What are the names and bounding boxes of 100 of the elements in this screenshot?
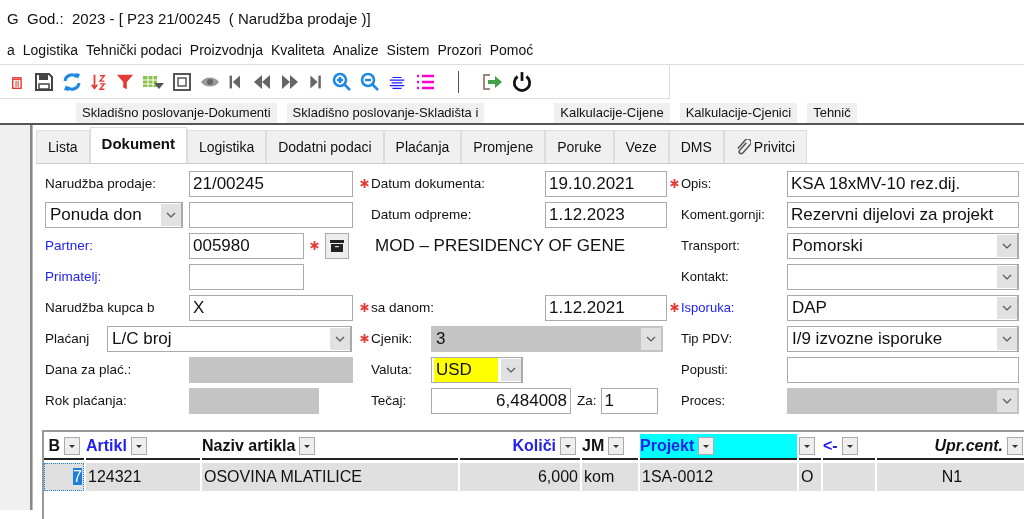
module-tab[interactable]: Tehnič [807,103,857,123]
tab[interactable]: Poruke [545,130,614,163]
save-icon[interactable] [34,71,54,92]
field-label: Datum odpreme: [371,207,472,222]
field-label: Tečaj: [371,393,408,408]
exit-icon[interactable] [481,71,503,92]
tab[interactable]: Veze [613,130,669,163]
menu-item[interactable]: Logistika [22,42,79,58]
filter-button[interactable] [608,437,625,455]
table-cell: kom [582,463,638,491]
input-field[interactable]: 005980 [189,232,304,259]
filter-button[interactable] [841,437,858,455]
field-label: Koment.gornji: [681,207,766,222]
filter-button[interactable] [130,437,147,455]
input-field[interactable]: 19.10.2021 [545,170,667,197]
power-icon[interactable] [511,70,533,93]
column-header[interactable]: Artikl [86,434,200,460]
field-label: Narudžba prodaje: [45,176,158,191]
column-header[interactable]: Projekt [640,434,797,460]
input-field[interactable]: 1 [600,387,658,414]
column-header[interactable]: JM [582,434,638,460]
menu-item[interactable]: Proizvodnja [189,42,263,58]
input-field[interactable] [189,263,304,290]
frame-icon[interactable] [172,71,192,92]
field-label: Partner: [45,238,95,253]
menu-item[interactable]: Pomoć [489,42,534,58]
field-label: Valuta: [371,362,414,377]
tab[interactable]: Promjene [461,130,546,163]
column-header[interactable]: Količi [460,434,580,460]
input-field[interactable]: Rezervni dijelovi za projekt [787,201,1019,228]
caret-icon [641,327,661,350]
dropdown[interactable] [787,263,1019,290]
input-field[interactable]: KSA 18xMV-10 rez.dij. [787,170,1019,197]
table-cell: OSOVINA MLATILICE [202,463,458,491]
menu-item[interactable]: Analize [332,42,379,58]
column-header[interactable] [799,434,821,460]
module-tab[interactable]: Skladišno poslovanje-Dokumenti [76,103,277,123]
field-label: Isporuka: [681,300,736,315]
dropdown[interactable]: L/C broj [107,325,352,352]
window-title: G God.: 2023 - [ P23 21/00245 ( Narudžba prodaje )] [6,9,372,29]
dropdown[interactable]: I/9 izvozne isporuke [787,325,1019,352]
grid-row[interactable]: 7 124321 OSOVINA MLATILICE 6,000 kom 1SA-0012 O N1 [44,462,1024,492]
paperclip-icon [735,138,751,156]
table-cell: 124321 [86,463,200,491]
table-cell: 7 [44,463,84,491]
field-label: Popusti: [681,362,729,377]
caret-icon [997,265,1017,288]
field-label: Transport: [681,238,741,253]
table-cell: N1 [877,463,1024,491]
column-header[interactable]: <- [823,434,875,460]
dropdown[interactable]: Ponuda don [45,201,183,228]
column-header[interactable]: B [44,434,84,460]
input-field[interactable]: 1.12.2021 [545,294,667,321]
tab[interactable]: Logistika [186,130,267,163]
caret-icon [330,327,350,350]
input-field[interactable] [189,201,353,228]
menu-item[interactable]: Prozori [437,42,482,58]
field-label: Primatelj: [45,269,103,284]
module-tab[interactable]: Kalkulacije-Cijene [554,103,670,123]
menu-item[interactable]: a [7,42,15,58]
tab[interactable]: Plaćanja [383,130,462,163]
filter-button[interactable] [698,437,715,455]
table-cell: 6,000 [460,463,580,491]
column-header[interactable]: Upr.cent. [877,434,1024,460]
tab[interactable]: Dodatni podaci [266,130,384,163]
filter-button[interactable] [1007,437,1023,455]
box-icon [330,239,344,252]
menu-item[interactable]: Kvaliteta [270,42,325,58]
input-field[interactable]: 21/00245 [189,170,353,197]
zoom-out-icon[interactable] [360,71,380,92]
tab[interactable]: Dokument [89,127,187,163]
field-label: Datum dokumenta: [371,176,486,191]
partner-name: MOD – PRESIDENCY OF GENE [375,235,625,256]
menu-item[interactable]: Tehnički podaci [86,42,182,58]
tab[interactable]: DMS [668,130,724,163]
lookup-button[interactable] [325,232,349,259]
column-header[interactable]: Naziv artikla [202,434,458,460]
dropdown[interactable]: USD [431,356,523,383]
filter-button[interactable] [64,437,80,455]
filter-button[interactable] [299,437,316,455]
dropdown[interactable]: Pomorski [787,232,1019,259]
input-field[interactable]: X [189,294,353,321]
input-field[interactable]: 6,484008 [431,387,571,414]
input-field[interactable] [787,356,1019,383]
field-label: Dana za plać.: [45,362,133,377]
caret-icon [997,389,1017,412]
filter-button[interactable] [560,437,576,455]
menu-item[interactable]: Sistem [386,42,430,58]
field-label: Proces: [681,393,727,408]
field-label: Narudžba kupca b [45,300,156,315]
dropdown[interactable]: DAP [787,294,1019,321]
tab[interactable]: Privitci [723,130,808,163]
tab[interactable]: Lista [36,130,90,163]
zoom-in-icon[interactable] [332,71,352,92]
module-tab[interactable]: Skladišno poslovanje-Skladišta i [286,103,485,123]
module-tab[interactable]: Kalkulacije-Cjenici [679,103,798,123]
input-field[interactable]: 1.12.2023 [545,201,667,228]
caret-icon [997,327,1017,350]
refresh-icon[interactable] [62,71,82,92]
caret-icon [997,296,1017,319]
